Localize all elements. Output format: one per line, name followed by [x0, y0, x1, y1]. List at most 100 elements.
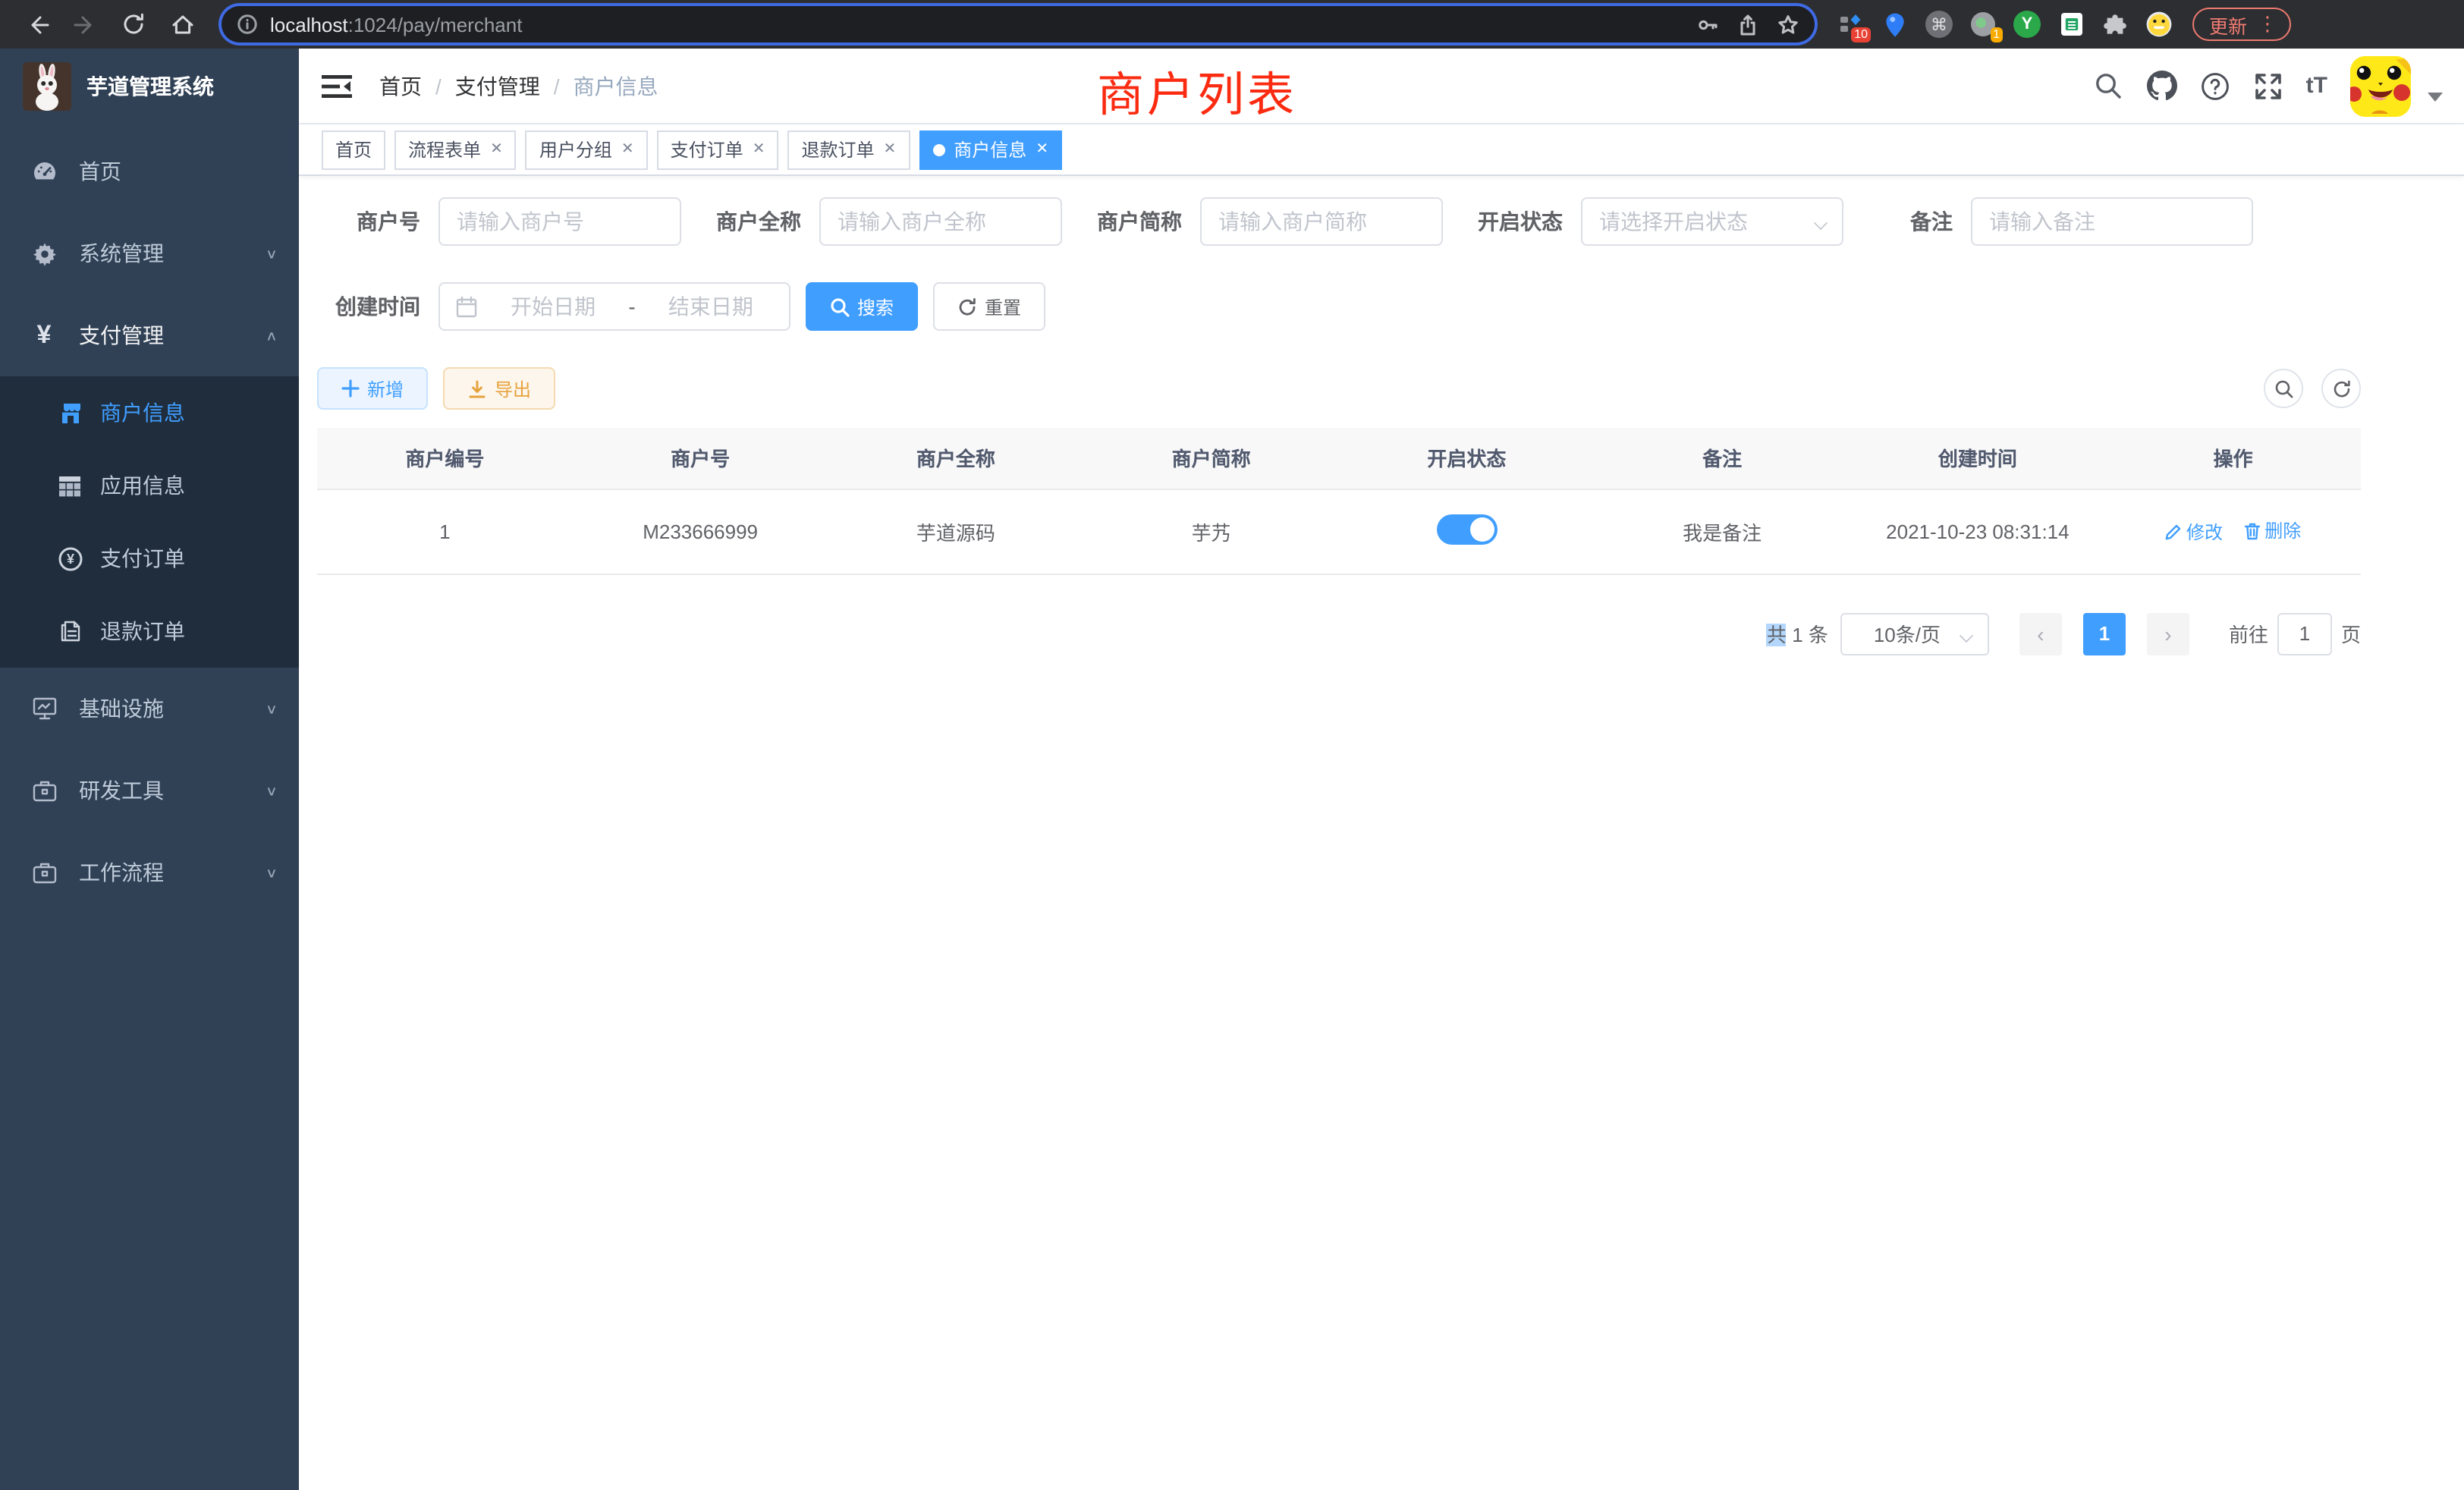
sidebar-item-workflow[interactable]: 工作流程 ∨: [0, 831, 299, 913]
merchant-no-input[interactable]: [438, 197, 681, 246]
page-1-button[interactable]: 1: [2083, 612, 2126, 655]
tab-pay-order[interactable]: 支付订单✕: [657, 130, 779, 169]
goto-suffix: 页: [2341, 619, 2361, 648]
app-logo-row[interactable]: 芋道管理系统: [0, 49, 299, 124]
delete-link[interactable]: 删除: [2243, 518, 2301, 544]
date-start-placeholder[interactable]: 开始日期: [490, 291, 616, 322]
reset-button[interactable]: 重置: [933, 282, 1045, 331]
sidebar-item-pay-order[interactable]: ¥ 支付订单: [0, 522, 299, 595]
show-search-toggle-button[interactable]: [2264, 369, 2303, 408]
col-create-time: 创建时间: [1850, 428, 2106, 489]
extensions-puzzle-icon[interactable]: [2100, 9, 2130, 39]
extension-emoji-icon[interactable]: [2144, 9, 2174, 39]
browser-reload-button[interactable]: [115, 6, 152, 42]
edit-link[interactable]: 修改: [2165, 519, 2223, 545]
filter-label-status: 开启状态: [1478, 206, 1563, 237]
page-size-select[interactable]: 10条/页: [1840, 612, 1989, 655]
browser-forward-button[interactable]: [67, 6, 103, 42]
date-end-placeholder[interactable]: 结束日期: [648, 291, 774, 322]
cell-merchant-no: M233666999: [573, 489, 828, 574]
site-info-icon[interactable]: [237, 14, 258, 35]
tab-refund-order[interactable]: 退款订单✕: [787, 130, 910, 169]
user-avatar[interactable]: [2350, 55, 2411, 116]
extension-pin-icon[interactable]: [1880, 9, 1910, 39]
status-select[interactable]: [1581, 197, 1843, 246]
monitor-icon: [30, 696, 58, 721]
sidebar-item-payment[interactable]: ¥ 支付管理 ∧: [0, 294, 299, 376]
prev-page-button[interactable]: ‹: [2019, 612, 2062, 655]
sidebar-item-dev-tools[interactable]: 研发工具 ∨: [0, 750, 299, 831]
create-time-range-picker[interactable]: 开始日期 - 结束日期: [438, 282, 790, 331]
extension-tasks-icon[interactable]: 10: [1836, 9, 1866, 39]
export-button[interactable]: 导出: [443, 367, 555, 410]
sidebar-item-infrastructure[interactable]: 基础设施 ∨: [0, 668, 299, 750]
status-toggle-on[interactable]: [1436, 514, 1497, 544]
short-name-input[interactable]: [1200, 197, 1443, 246]
next-page-button[interactable]: ›: [2147, 612, 2189, 655]
bookmark-star-icon[interactable]: [1777, 13, 1799, 36]
sidebar-item-home[interactable]: 首页: [0, 130, 299, 212]
extension-recorder-icon[interactable]: 1: [1968, 9, 1998, 39]
breadcrumb-home[interactable]: 首页: [379, 71, 422, 101]
sidebar-item-label: 支付订单: [100, 543, 185, 574]
col-actions: 操作: [2105, 428, 2361, 489]
search-button[interactable]: 搜索: [806, 282, 918, 331]
browser-update-button[interactable]: 更新 ⋮: [2192, 8, 2291, 41]
tab-merchant-info[interactable]: 商户信息✕: [919, 130, 1062, 169]
header-search-icon[interactable]: [2094, 71, 2124, 101]
goto-page-input[interactable]: [2277, 612, 2332, 655]
browser-home-button[interactable]: [164, 6, 200, 42]
extensions-area: 10 ⌘ 1 Y: [1836, 9, 2174, 39]
sidebar-item-label: 系统管理: [79, 238, 266, 269]
sidebar-item-label: 支付管理: [79, 320, 266, 350]
close-icon[interactable]: ✕: [753, 141, 765, 158]
tab-process-form[interactable]: 流程表单✕: [394, 130, 517, 169]
dashboard-icon: [30, 159, 58, 184]
sidebar-fold-icon[interactable]: [322, 71, 352, 101]
browser-menu-kebab-icon[interactable]: ⋮: [2258, 12, 2277, 36]
yen-icon: ¥: [30, 320, 58, 350]
tab-user-group[interactable]: 用户分组✕: [526, 130, 648, 169]
sidebar-item-label: 商户信息: [100, 398, 185, 428]
extension-y-icon[interactable]: Y: [2012, 9, 2042, 39]
password-key-icon[interactable]: [1696, 13, 1719, 36]
avatar-dropdown-caret-icon[interactable]: [2428, 92, 2443, 101]
font-size-icon[interactable]: tT: [2306, 73, 2327, 99]
extension-badge: 1: [1990, 27, 2003, 42]
fullscreen-icon[interactable]: [2253, 71, 2283, 101]
breadcrumb-payment[interactable]: 支付管理: [455, 71, 540, 101]
filter-label-remark: 备注: [1910, 206, 1953, 237]
sidebar-item-merchant-info[interactable]: 商户信息: [0, 376, 299, 449]
help-question-icon[interactable]: [2200, 71, 2230, 101]
cell-full-name: 芋道源码: [828, 489, 1084, 574]
add-button[interactable]: 新增: [317, 367, 428, 410]
address-bar[interactable]: localhost:1024/pay/merchant: [222, 6, 1815, 42]
sidebar-item-label: 应用信息: [100, 470, 185, 501]
grid-table-icon: [56, 474, 83, 497]
close-icon[interactable]: ✕: [884, 141, 897, 158]
payment-submenu: 商户信息 应用信息 ¥ 支付订单: [0, 376, 299, 668]
sidebar-item-app-info[interactable]: 应用信息: [0, 449, 299, 522]
sidebar-item-refund-order[interactable]: 退款订单: [0, 595, 299, 668]
tab-home[interactable]: 首页: [322, 130, 385, 169]
shop-icon: [56, 400, 83, 426]
breadcrumb: 首页 / 支付管理 / 商户信息: [379, 71, 658, 101]
extension-command-icon[interactable]: ⌘: [1924, 9, 1954, 39]
share-icon[interactable]: [1737, 13, 1758, 36]
full-name-input[interactable]: [819, 197, 1062, 246]
github-icon[interactable]: [2147, 71, 2177, 101]
refund-doc-icon: [56, 619, 83, 643]
remark-input[interactable]: [1971, 197, 2253, 246]
refresh-button[interactable]: [2321, 369, 2361, 408]
page-content: 商户号 商户全称 商户简称 开启状态 备注 创建时间: [299, 176, 2464, 1490]
chevron-up-icon: ∧: [266, 328, 278, 344]
filter-label-create-time: 创建时间: [317, 291, 420, 322]
close-icon[interactable]: ✕: [621, 141, 634, 158]
sidebar-item-label: 首页: [79, 156, 278, 187]
sidebar-item-system[interactable]: 系统管理 ∨: [0, 212, 299, 294]
close-icon[interactable]: ✕: [490, 141, 503, 158]
close-icon[interactable]: ✕: [1036, 141, 1048, 158]
extension-sheets-icon[interactable]: [2056, 9, 2086, 39]
sidebar-item-label: 研发工具: [79, 775, 266, 806]
browser-back-button[interactable]: [18, 6, 55, 42]
